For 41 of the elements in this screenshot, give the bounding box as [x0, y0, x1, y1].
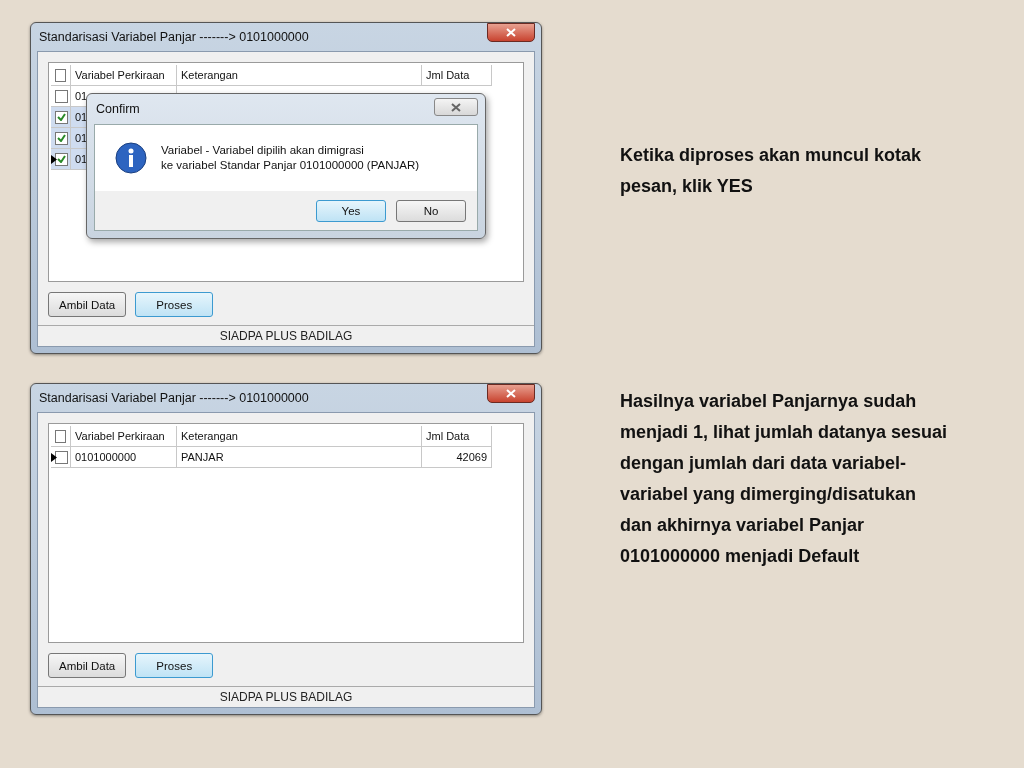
checkbox[interactable] — [55, 429, 66, 443]
dialog-message: Variabel - Variabel dipilih akan dimigrasi ke variabel Standar Panjar 0101000000 (PANJAR) — [161, 143, 420, 173]
table-cell: 01 — [75, 132, 88, 144]
checkbox[interactable] — [55, 131, 68, 145]
close-icon — [506, 389, 516, 398]
window-title: Standarisasi Variabel Panjar -------> 0101000000 — [38, 391, 309, 405]
table-cell: 01 — [75, 153, 88, 165]
close-button[interactable] — [487, 384, 535, 403]
column-header[interactable]: Keterangan — [177, 426, 422, 447]
close-icon — [451, 102, 461, 112]
checkbox[interactable] — [55, 152, 68, 166]
table-cell: 01 — [75, 111, 88, 123]
action-button[interactable]: Proses — [135, 653, 214, 678]
column-header[interactable]: Variabel Perkiraan — [71, 426, 177, 447]
column-header[interactable]: Variabel Perkiraan — [71, 65, 177, 86]
table-cell: 42069 — [456, 451, 487, 463]
dialog-button[interactable]: Yes — [316, 199, 386, 222]
column-header[interactable]: Jml Data — [422, 65, 492, 86]
caption-text: Hasilnya variabel Panjarnya sudah menjadi 1, lihat jumlah datanya sesuai dengan jumlah dari data variabel-variabel yang dimerging/disatukan dan akhirnya variabel Panjar 0101000000 menjadi Default — [620, 390, 949, 568]
dialog-button[interactable]: No — [396, 199, 466, 222]
status-text: SIADPA PLUS BADILAG — [219, 329, 353, 343]
action-button[interactable]: Ambil Data — [48, 292, 127, 317]
close-button[interactable] — [487, 23, 535, 42]
caption-text: Ketika diproses akan muncul kotak pesan, klik YES — [620, 144, 923, 198]
table-cell: 0101000000 — [75, 451, 137, 463]
column-header[interactable]: Jml Data — [422, 426, 492, 447]
action-button[interactable]: Proses — [135, 292, 214, 317]
window-title: Standarisasi Variabel Panjar -------> 0101000000 — [38, 30, 309, 44]
close-icon — [506, 28, 516, 37]
checkbox[interactable] — [55, 110, 68, 124]
column-header[interactable]: Keterangan — [177, 65, 422, 86]
checkbox[interactable] — [55, 68, 66, 82]
checkbox[interactable] — [55, 450, 68, 464]
info-icon — [115, 142, 147, 174]
table-cell: PANJAR — [181, 451, 224, 463]
table-cell: 01 — [75, 90, 88, 102]
status-text: SIADPA PLUS BADILAG — [219, 690, 353, 704]
action-button[interactable]: Ambil Data — [48, 653, 127, 678]
close-button[interactable] — [434, 98, 478, 116]
checkbox[interactable] — [55, 89, 68, 103]
dialog-title: Confirm — [95, 102, 140, 116]
